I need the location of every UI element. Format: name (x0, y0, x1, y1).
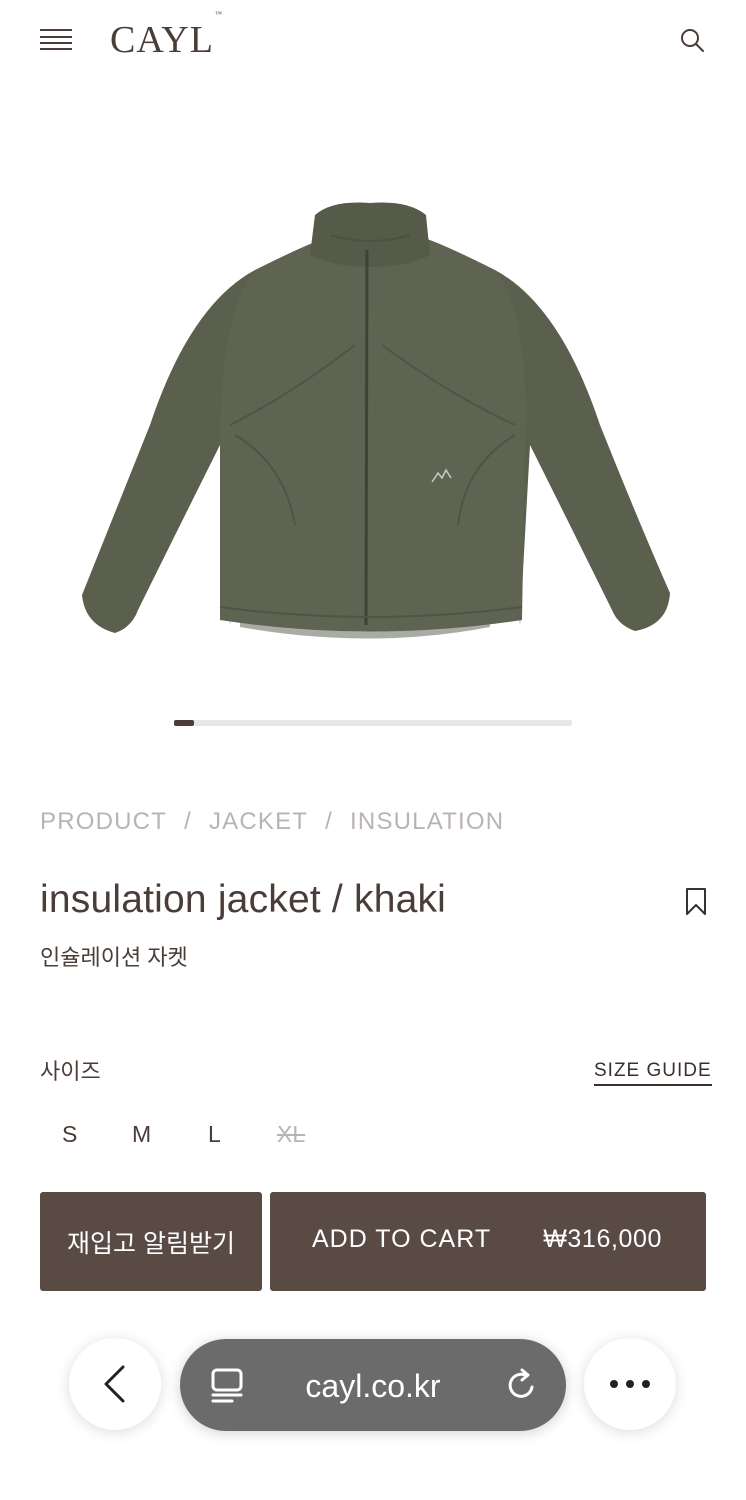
breadcrumb-insulation[interactable]: INSULATION (350, 808, 504, 836)
restock-alert-button[interactable]: 재입고 알림받기 (40, 1192, 262, 1291)
logo-text: CAYL (110, 19, 214, 61)
chevron-left-icon (104, 1365, 125, 1403)
bookmark-icon[interactable] (685, 887, 707, 917)
size-label: 사이즈 (40, 1059, 101, 1084)
add-to-cart-button[interactable]: ADD TO CART ₩316,000 (270, 1192, 706, 1291)
carousel-current-indicator (174, 720, 194, 726)
search-icon[interactable] (678, 26, 706, 54)
breadcrumb: PRODUCT / JACKET / INSULATION (40, 806, 504, 838)
hamburger-menu-icon[interactable] (40, 27, 72, 53)
product-title: insulation jacket / khaki (40, 878, 447, 921)
breadcrumb-separator: / (184, 808, 192, 835)
product-page: CAYL™ PRODUCT / JACKET / INSULATION insu… (0, 0, 746, 1500)
reload-icon[interactable] (505, 1367, 539, 1403)
product-price: ₩316,000 (543, 1225, 662, 1253)
browser-more-button[interactable] (584, 1338, 676, 1430)
site-logo[interactable]: CAYL™ (110, 10, 223, 62)
image-carousel-progress[interactable] (174, 720, 572, 726)
size-option-m[interactable]: M (132, 1121, 151, 1148)
more-horizontal-icon (610, 1380, 650, 1388)
logo-trademark: ™ (214, 10, 223, 19)
breadcrumb-product[interactable]: PRODUCT (40, 808, 167, 836)
size-option-l[interactable]: L (208, 1121, 221, 1148)
size-option-s[interactable]: S (62, 1121, 77, 1148)
breadcrumb-jacket[interactable]: JACKET (209, 808, 308, 836)
product-image[interactable] (70, 195, 680, 655)
browser-back-button[interactable] (69, 1338, 161, 1430)
size-guide-link[interactable]: SIZE GUIDE (594, 1060, 712, 1086)
restock-alert-label: 재입고 알림받기 (67, 1229, 235, 1258)
site-header: CAYL™ (0, 0, 746, 80)
browser-address-bar[interactable]: cayl.co.kr (180, 1339, 566, 1431)
add-to-cart-label: ADD TO CART (312, 1225, 492, 1253)
breadcrumb-separator: / (325, 808, 334, 835)
product-subtitle: 인슐레이션 자켓 (40, 945, 188, 970)
size-option-xl-soldout[interactable]: XL (277, 1121, 305, 1148)
